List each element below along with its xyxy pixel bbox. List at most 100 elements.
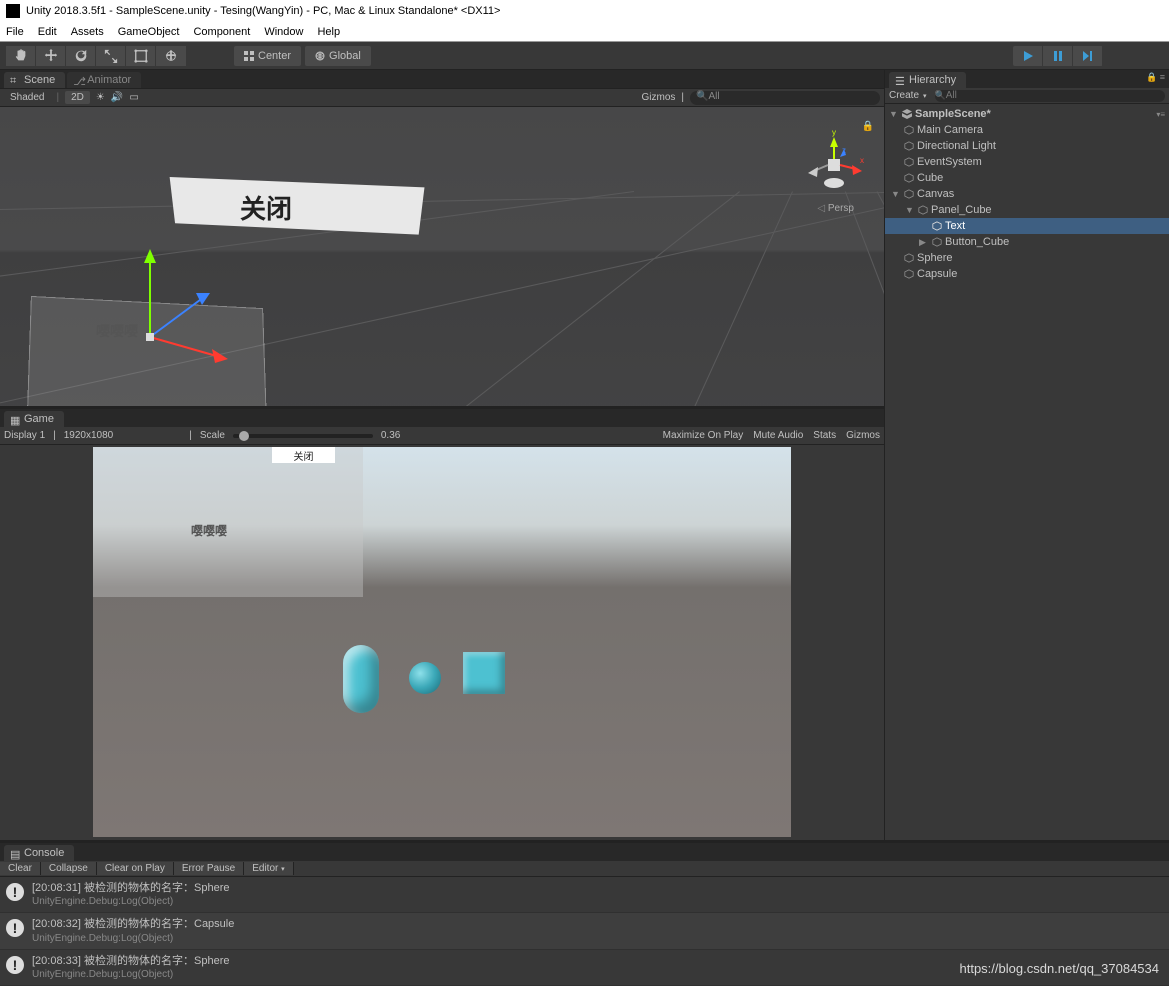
hierarchy-item-cube[interactable]: Cube	[885, 170, 1169, 186]
gameobject-icon	[903, 188, 915, 200]
menu-assets[interactable]: Assets	[71, 26, 104, 38]
scene-search-input[interactable]: 🔍All	[690, 91, 880, 105]
hierarchy-tree[interactable]: ▼ SampleScene* ▾≡ Main Camera Directiona…	[885, 104, 1169, 840]
unity-logo-icon	[6, 4, 20, 18]
game-toolbar: Display 1 | 1920x1080 | Scale 0.36 Maxim…	[0, 427, 884, 445]
window-titlebar: Unity 2018.3.5f1 - SampleScene.unity - T…	[0, 0, 1169, 22]
pivot-center-button[interactable]: Center	[234, 46, 301, 66]
hierarchy-item-main-camera[interactable]: Main Camera	[885, 122, 1169, 138]
foldout-icon[interactable]: ▼	[905, 205, 915, 215]
menu-gameobject[interactable]: GameObject	[118, 26, 180, 38]
tab-animator[interactable]: ⎇ Animator	[67, 72, 141, 88]
console-log-entry[interactable]: ! [20:08:31] 被检测的物体的名字：Sphere UnityEngin…	[0, 877, 1169, 913]
shading-mode-dropdown[interactable]: Shaded	[4, 92, 50, 103]
console-tab-bar: ▤ Console	[0, 843, 1169, 861]
scene-view[interactable]: Shaded | 2D ☀ 🔊 ▭ Gizmos | 🔍All	[0, 88, 884, 406]
foldout-icon[interactable]: ▼	[889, 109, 899, 119]
transform-tools	[6, 46, 186, 66]
create-dropdown[interactable]: Create	[889, 90, 919, 101]
animator-tab-icon: ⎇	[73, 75, 83, 85]
console-tab-icon: ▤	[10, 848, 20, 858]
hierarchy-item-button-cube[interactable]: ▶ Button_Cube	[885, 234, 1169, 250]
hierarchy-item-capsule[interactable]: Capsule	[885, 266, 1169, 282]
gameobject-icon	[903, 156, 915, 168]
play-button[interactable]	[1013, 46, 1043, 66]
mute-audio-toggle[interactable]: Mute Audio	[753, 430, 803, 441]
hand-tool-button[interactable]	[6, 46, 36, 66]
scene-close-button-label: 关闭	[240, 189, 292, 226]
move-tool-button[interactable]	[36, 46, 66, 66]
watermark: https://blog.csdn.net/qq_37084534	[960, 961, 1160, 976]
game-viewport[interactable]: 关闭 嘤嘤嘤	[93, 447, 791, 837]
rect-tool-button[interactable]	[126, 46, 156, 66]
tab-console[interactable]: ▤ Console	[4, 845, 74, 861]
rotate-tool-button[interactable]	[66, 46, 96, 66]
info-icon: !	[6, 883, 24, 901]
game-capsule-object	[343, 645, 379, 713]
scene-tab-bar: ⌗ Scene ⎇ Animator	[0, 70, 884, 88]
game-close-button[interactable]: 关闭	[272, 447, 335, 463]
menu-edit[interactable]: Edit	[38, 26, 57, 38]
audio-toggle-icon[interactable]: 🔊	[111, 92, 123, 103]
scene-tab-icon: ⌗	[10, 75, 20, 85]
hierarchy-item-directional-light[interactable]: Directional Light	[885, 138, 1169, 154]
foldout-icon[interactable]: ▼	[891, 189, 901, 199]
resolution-dropdown[interactable]: 1920x1080	[64, 430, 114, 441]
pivot-global-button[interactable]: Global	[305, 46, 371, 66]
gizmos-dropdown[interactable]: Gizmos	[641, 92, 675, 103]
clear-on-play-toggle[interactable]: Clear on Play	[97, 862, 174, 875]
lighting-toggle-icon[interactable]: ☀	[96, 92, 105, 103]
orientation-gizmo[interactable]: y x z	[804, 127, 864, 197]
move-gizmo[interactable]	[100, 247, 240, 367]
fx-toggle-icon[interactable]: ▭	[129, 92, 138, 103]
transform-tool-button[interactable]	[156, 46, 186, 66]
stats-toggle[interactable]: Stats	[813, 430, 836, 441]
hierarchy-tab-bar: ☰ Hierarchy 🔒 ≡	[885, 70, 1169, 88]
scale-label: Scale	[200, 430, 225, 441]
playback-controls	[1013, 46, 1103, 66]
scale-tool-button[interactable]	[96, 46, 126, 66]
foldout-icon[interactable]: ▶	[919, 237, 929, 248]
editor-dropdown[interactable]: Editor ▾	[244, 862, 293, 875]
hierarchy-toolbar: Create▾ 🔍All	[885, 88, 1169, 104]
menu-window[interactable]: Window	[264, 26, 303, 38]
gameobject-icon	[903, 252, 915, 264]
gameobject-icon	[917, 204, 929, 216]
persp-label[interactable]: ◁ Persp	[817, 203, 854, 214]
game-tab-icon: ▦	[10, 414, 20, 424]
tab-scene[interactable]: ⌗ Scene	[4, 72, 65, 88]
maximize-on-play-toggle[interactable]: Maximize On Play	[663, 430, 744, 441]
menu-component[interactable]: Component	[193, 26, 250, 38]
pause-button[interactable]	[1043, 46, 1073, 66]
game-gizmos-dropdown[interactable]: Gizmos	[846, 430, 880, 441]
display-dropdown[interactable]: Display 1	[4, 430, 45, 441]
hierarchy-item-sphere[interactable]: Sphere	[885, 250, 1169, 266]
scene-viewport[interactable]: 关闭 嘤嘤嘤 y	[0, 107, 884, 406]
clear-button[interactable]: Clear	[0, 862, 41, 875]
hierarchy-item-eventsystem[interactable]: EventSystem	[885, 154, 1169, 170]
panel-options[interactable]: 🔒 ≡	[1146, 72, 1165, 83]
scene-lock-icon[interactable]: 🔒	[862, 121, 874, 132]
console-log-entry[interactable]: ! [20:08:32] 被检测的物体的名字：Capsule UnityEngi…	[0, 913, 1169, 949]
gameobject-icon	[903, 140, 915, 152]
2d-toggle[interactable]: 2D	[65, 91, 90, 104]
game-sphere-object	[409, 662, 441, 694]
hierarchy-item-canvas[interactable]: ▼ Canvas	[885, 186, 1169, 202]
game-panel-text: 嘤嘤嘤	[191, 522, 227, 539]
scale-value: 0.36	[381, 430, 400, 441]
collapse-toggle[interactable]: Collapse	[41, 862, 97, 875]
hierarchy-scene-root[interactable]: ▼ SampleScene* ▾≡	[885, 106, 1169, 122]
main-menu: File Edit Assets GameObject Component Wi…	[0, 22, 1169, 42]
tab-hierarchy[interactable]: ☰ Hierarchy	[889, 72, 966, 88]
hierarchy-search-input[interactable]: 🔍All	[935, 90, 1165, 102]
gameobject-icon	[931, 220, 943, 232]
menu-help[interactable]: Help	[317, 26, 340, 38]
menu-file[interactable]: File	[6, 26, 24, 38]
error-pause-toggle[interactable]: Error Pause	[174, 862, 244, 875]
hierarchy-item-panel-cube[interactable]: ▼ Panel_Cube	[885, 202, 1169, 218]
scale-slider[interactable]	[233, 434, 373, 438]
scene-menu-icon[interactable]: ▾≡	[1156, 110, 1165, 119]
tab-game[interactable]: ▦ Game	[4, 411, 64, 427]
step-button[interactable]	[1073, 46, 1103, 66]
hierarchy-item-text[interactable]: Text	[885, 218, 1169, 234]
